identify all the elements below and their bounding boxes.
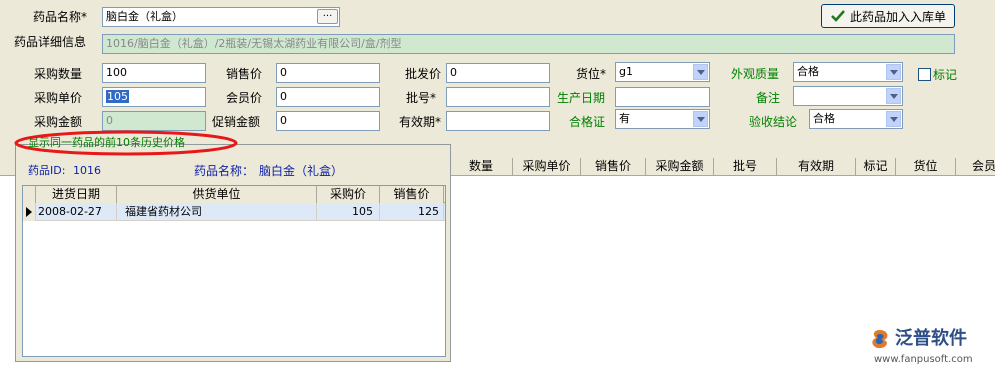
popup-drug-id-label: 药品ID: <box>28 164 66 177</box>
sale-price-field[interactable]: 0 <box>276 63 380 83</box>
grid-col-header[interactable]: 数量 <box>450 158 513 176</box>
qty-label: 采购数量 <box>34 67 83 81</box>
chevron-down-icon[interactable] <box>886 88 901 104</box>
browse-drug-button[interactable]: ··· <box>317 9 338 24</box>
popup-caption: 显示同一药品的前10条历史价格 <box>28 136 185 149</box>
flag-label: 标记 <box>933 68 958 82</box>
qty-value: 100 <box>106 66 127 79</box>
expiry-field[interactable] <box>446 111 550 131</box>
history-col-header[interactable]: 销售价 <box>380 186 444 203</box>
production-date-label: 生产日期 <box>557 91 606 105</box>
batch-field[interactable] <box>446 87 550 107</box>
history-supplier-cell[interactable]: 福建省药材公司 <box>117 203 317 221</box>
appearance-label: 外观质量 <box>731 67 780 81</box>
brand-name: 泛普软件 <box>895 328 967 349</box>
row-header-corner <box>23 186 36 203</box>
history-col-header[interactable]: 供货单位 <box>117 186 317 203</box>
member-price-value: 0 <box>280 90 287 103</box>
sale-price-value: 0 <box>280 66 287 79</box>
grid-col-header[interactable]: 货位 <box>896 158 956 176</box>
location-label: 货位* <box>576 67 607 81</box>
location-value: g1 <box>619 65 633 78</box>
unit-price-label: 采购单价 <box>34 91 83 105</box>
browse-label: ··· <box>322 11 333 22</box>
brand-logo-icon <box>872 330 888 349</box>
appearance-value: 合格 <box>797 65 819 78</box>
add-button-label: 此药品加入入库单 <box>849 9 946 24</box>
row-pointer-icon <box>26 207 32 217</box>
production-date-field[interactable] <box>615 87 710 107</box>
wholesale-value: 0 <box>450 66 457 79</box>
grid-col-header[interactable]: 销售价 <box>581 158 646 176</box>
certificate-select[interactable]: 有 <box>615 109 710 129</box>
acceptance-select[interactable]: 合格 <box>809 109 903 129</box>
grid-col-header[interactable]: 采购金额 <box>646 158 714 176</box>
unit-price-value: 105 <box>106 90 129 103</box>
table-row[interactable]: 2008-02-27 福建省药材公司 105 125 <box>23 203 445 221</box>
popup-drug-name-label: 药品名称： <box>194 164 255 178</box>
wholesale-label: 批发价 <box>405 67 442 81</box>
grid-col-header[interactable]: 标记 <box>856 158 896 176</box>
grid-col-header[interactable]: 会员 <box>956 158 995 176</box>
grid-col-header[interactable]: 有效期 <box>777 158 856 176</box>
grid-col-header[interactable]: 采购单价 <box>513 158 581 176</box>
grid-col-header[interactable]: 批号 <box>714 158 777 176</box>
expiry-label: 有效期* <box>399 115 442 129</box>
popup-drug-name-value: 脑白金（礼盒） <box>259 164 344 178</box>
amount-value: 0 <box>106 114 113 127</box>
chevron-down-icon[interactable] <box>886 111 901 127</box>
popup-drug-id-value: 1016 <box>73 164 101 177</box>
sale-price-label: 销售价 <box>226 67 263 81</box>
history-sale-price-cell[interactable]: 125 <box>380 203 444 221</box>
detail-field: 1016/脑白金（礼盒）/2瓶装/无锡太湖药业有限公司/盒/剂型 <box>102 34 955 54</box>
history-purchase-price-cell[interactable]: 105 <box>317 203 380 221</box>
brand-watermark: 泛普软件 www.fanpusoft.com <box>862 326 992 370</box>
chevron-down-icon[interactable] <box>886 64 901 80</box>
chevron-down-icon[interactable] <box>693 111 708 127</box>
flag-checkbox[interactable] <box>918 68 931 81</box>
add-to-inbound-button[interactable]: 此药品加入入库单 <box>821 4 955 28</box>
appearance-select[interactable]: 合格 <box>793 62 903 82</box>
history-col-header[interactable]: 采购价 <box>317 186 380 203</box>
check-icon <box>831 10 845 22</box>
drug-name-value: 脑白金（礼盒） <box>106 10 183 23</box>
detail-label: 药品详细信息 <box>14 35 87 49</box>
history-table: 进货日期 供货单位 采购价 销售价 2008-02-27 福建省药材公司 105… <box>22 185 446 357</box>
history-table-header: 进货日期 供货单位 采购价 销售价 <box>23 186 445 203</box>
remark-label: 备注 <box>756 91 781 105</box>
price-history-popup: 药品ID: 1016 药品名称： 脑白金（礼盒） 进货日期 供货单位 采购价 销… <box>15 144 451 362</box>
promo-amount-label: 促销金额 <box>212 115 261 129</box>
history-date-cell[interactable]: 2008-02-27 <box>36 203 117 221</box>
amount-field: 0 <box>102 111 206 131</box>
detail-value: 1016/脑白金（礼盒）/2瓶装/无锡太湖药业有限公司/盒/剂型 <box>106 37 402 50</box>
history-col-header[interactable]: 进货日期 <box>36 186 117 203</box>
unit-price-field[interactable]: 105 <box>102 87 206 107</box>
chevron-down-icon[interactable] <box>693 64 708 80</box>
brand-url: www.fanpusoft.com <box>874 354 973 365</box>
certificate-value: 有 <box>619 112 630 125</box>
wholesale-field[interactable]: 0 <box>446 63 550 83</box>
member-price-field[interactable]: 0 <box>276 87 380 107</box>
remark-select[interactable] <box>793 86 903 106</box>
promo-amount-field[interactable]: 0 <box>276 111 380 131</box>
promo-amount-value: 0 <box>280 114 287 127</box>
drug-name-label: 药品名称* <box>33 10 88 24</box>
amount-label: 采购金额 <box>34 115 83 129</box>
member-price-label: 会员价 <box>226 91 263 105</box>
batch-label: 批号* <box>406 91 437 105</box>
qty-field[interactable]: 100 <box>102 63 206 83</box>
location-select[interactable]: g1 <box>615 62 710 82</box>
drug-name-field[interactable]: 脑白金（礼盒） <box>102 7 340 27</box>
acceptance-value: 合格 <box>813 112 835 125</box>
row-selector[interactable] <box>23 203 36 221</box>
acceptance-label: 验收结论 <box>749 115 798 129</box>
certificate-label: 合格证 <box>569 115 606 129</box>
